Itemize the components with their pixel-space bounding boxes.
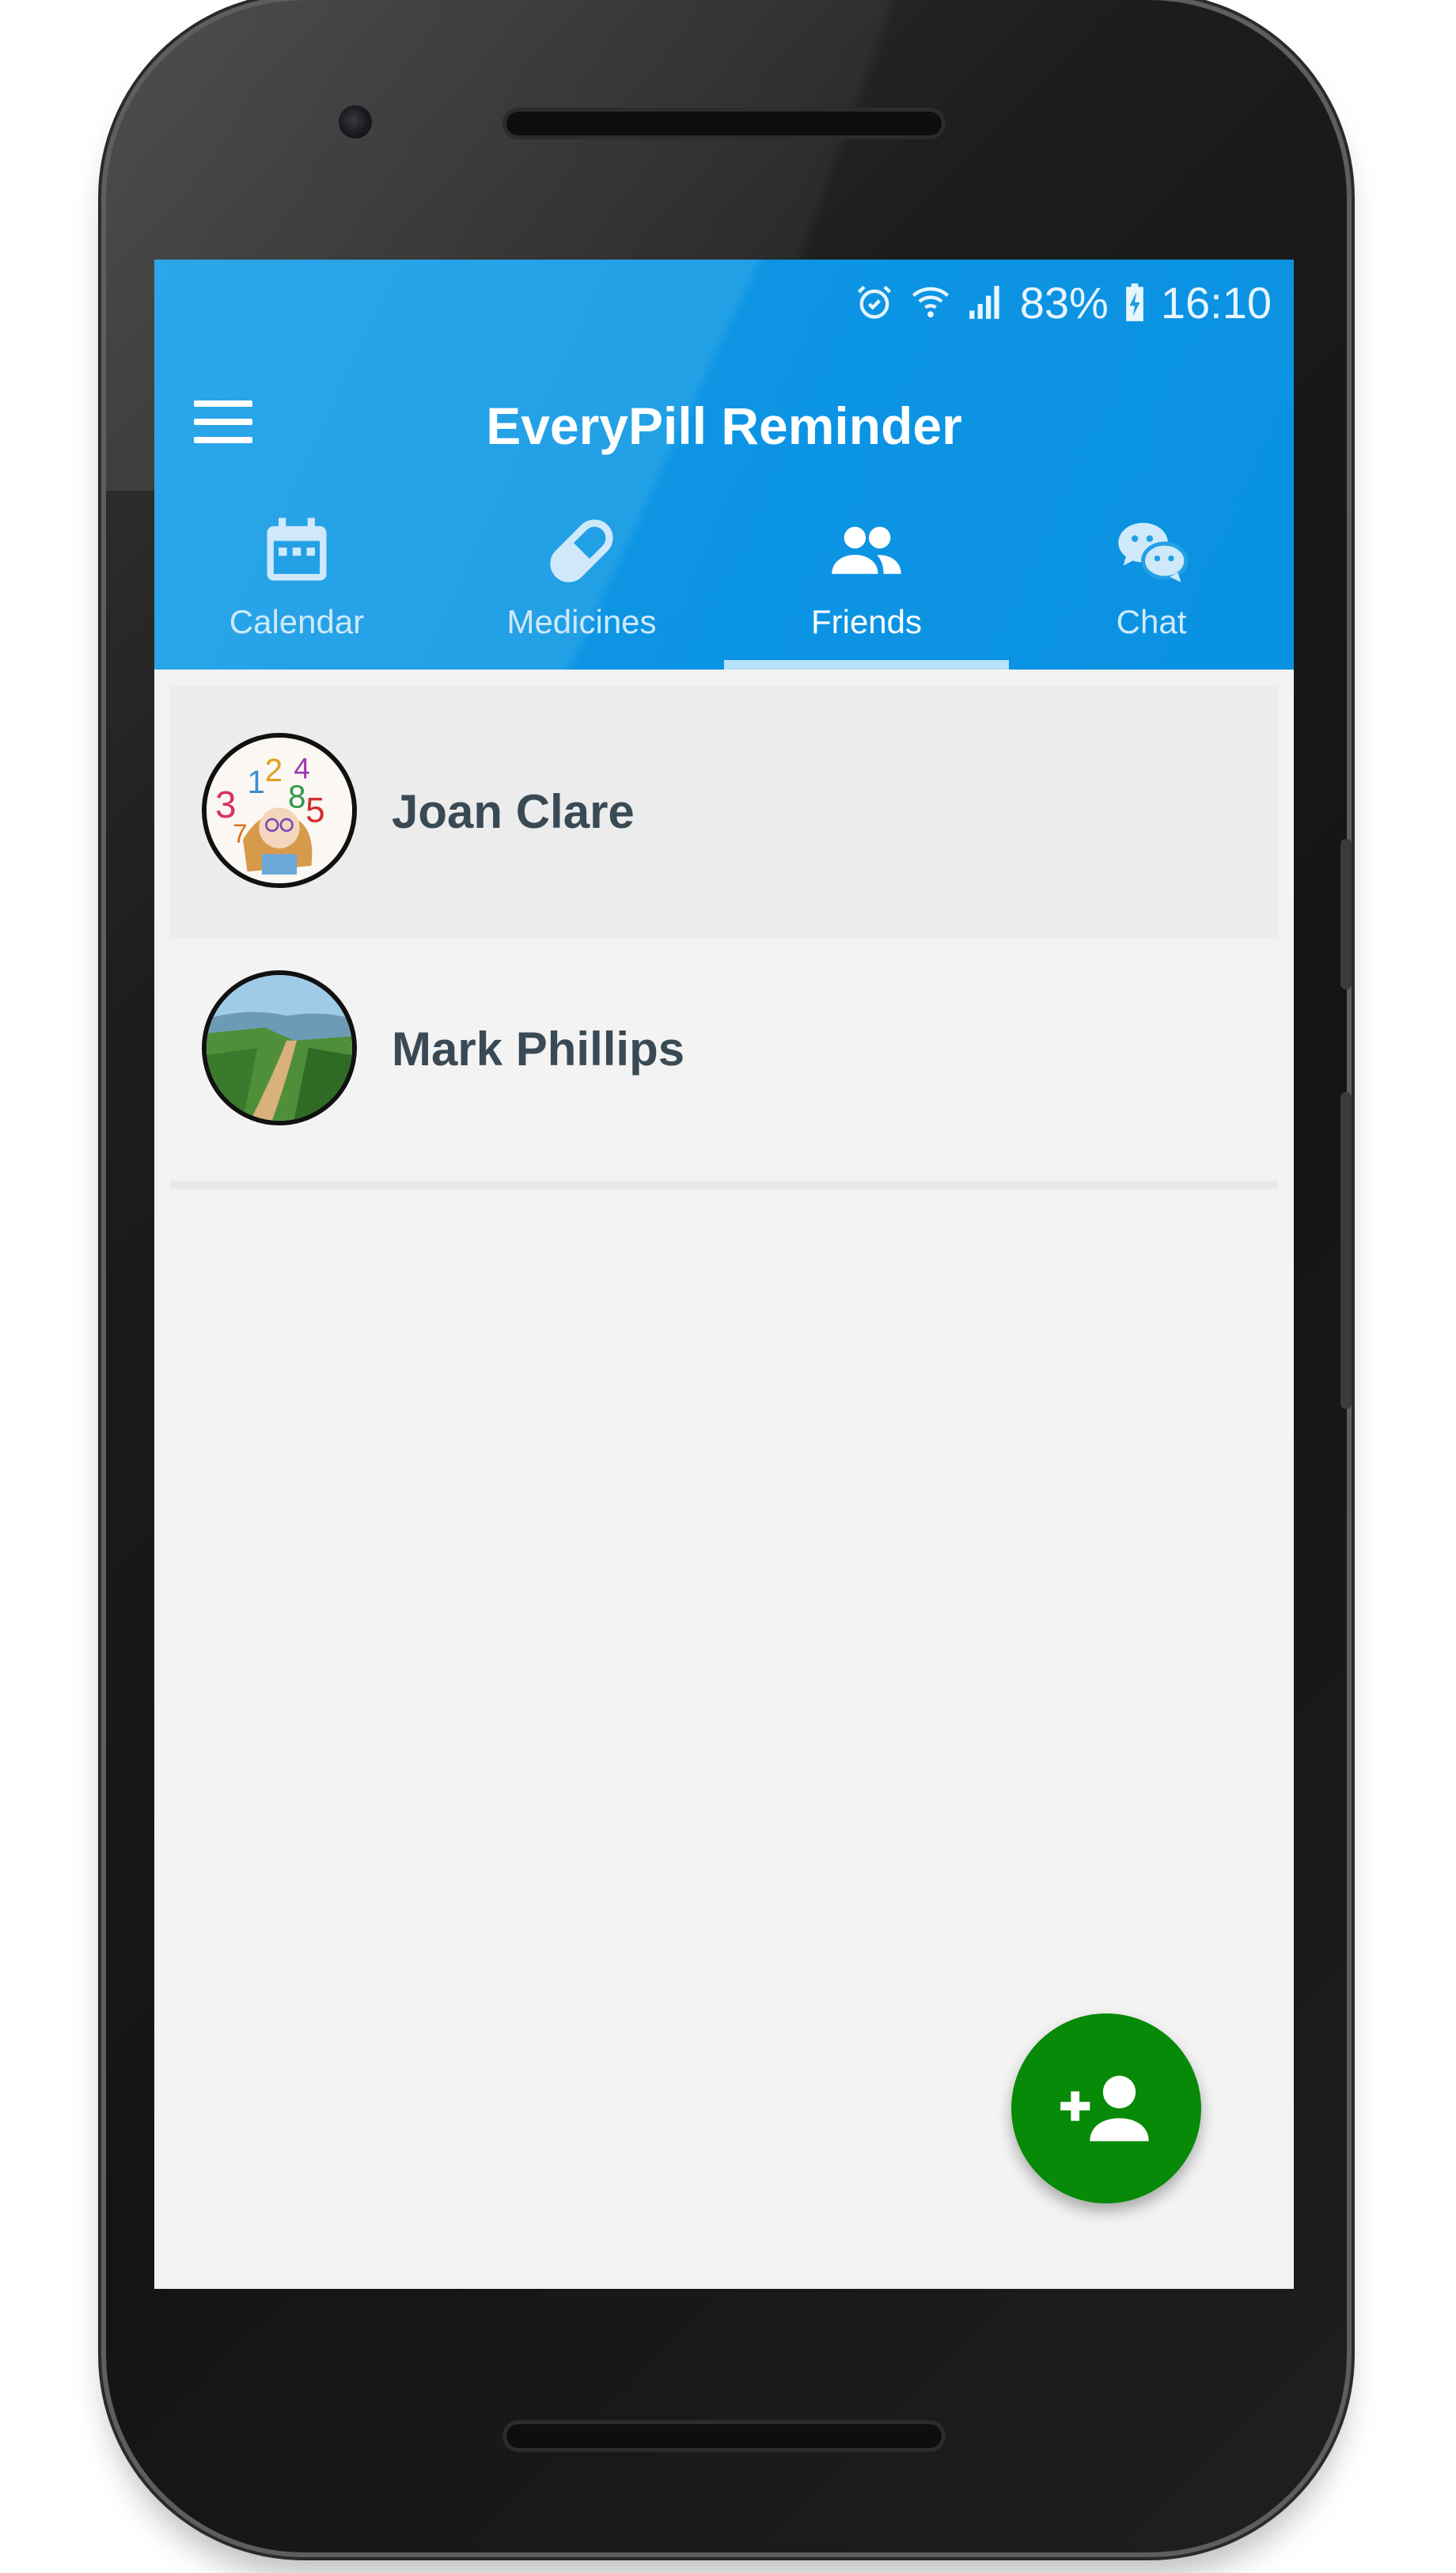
svg-text:7: 7 [233,819,247,848]
status-bar: 83% 16:10 [854,271,1272,334]
pill-icon [542,511,621,590]
tab-friends-label: Friends [810,603,923,640]
power-button [1340,839,1352,989]
battery-percentage: 83% [1019,277,1109,328]
bottom-speaker [502,2420,946,2452]
tab-calendar[interactable]: Calendar [154,497,439,670]
tab-medicines[interactable]: Medicines [439,497,724,670]
avatar: 3 1 2 4 5 8 7 [202,733,357,888]
avatar [202,970,357,1125]
friend-row-joan[interactable]: 3 1 2 4 5 8 7 Joan Clare [170,685,1278,939]
app-title: EveryPill Reminder [486,397,962,455]
friend-row-mark[interactable]: Mark Phillips [170,923,1278,1176]
svg-text:1: 1 [248,764,266,800]
chat-bubbles-icon [1112,511,1191,590]
front-camera [339,105,372,139]
calendar-icon [257,511,336,590]
clock-time: 16:10 [1160,277,1272,328]
svg-text:5: 5 [305,791,325,830]
friend-name: Joan Clare [392,785,635,838]
list-divider [170,1181,1278,1189]
battery-charging-icon [1123,282,1147,323]
signal-icon [966,283,1006,322]
app-bar: 83% 16:10 EveryPill Reminder Calendar Me… [154,260,1294,670]
tab-chat[interactable]: Chat [1009,497,1294,670]
alarm-icon [854,282,895,323]
top-speaker [502,108,946,139]
add-friend-button[interactable] [1011,2013,1201,2203]
tab-calendar-label: Calendar [229,603,365,640]
people-icon [827,511,906,590]
svg-text:2: 2 [265,752,283,788]
friend-name: Mark Phillips [392,1023,685,1076]
wifi-icon [909,282,952,323]
app-screen: 83% 16:10 EveryPill Reminder Calendar Me… [154,260,1294,2289]
tab-chat-label: Chat [1116,603,1187,640]
tab-indicator [724,660,1009,670]
svg-text:8: 8 [288,778,306,814]
tab-medicines-label: Medicines [506,603,657,640]
volume-button [1340,1092,1352,1409]
tab-friends[interactable]: Friends [724,497,1009,670]
